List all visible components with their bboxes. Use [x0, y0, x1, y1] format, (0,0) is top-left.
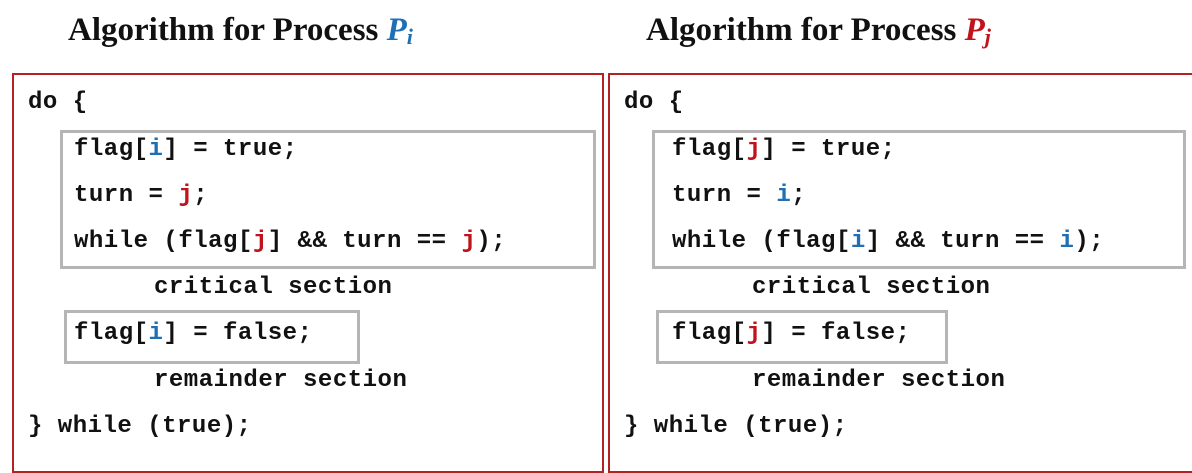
- entry-line-2: turn = i;: [672, 182, 807, 209]
- left-title-subscript: i: [406, 24, 413, 49]
- exit-line: flag[i] = false;: [74, 320, 313, 347]
- index-j: j: [252, 228, 268, 255]
- index-j: j: [461, 228, 477, 255]
- index-i: i: [850, 228, 866, 255]
- entry-line-2: turn = j;: [74, 182, 209, 209]
- entry-line-1: flag[j] = true;: [672, 136, 896, 163]
- do-line: do {: [28, 89, 88, 116]
- right-title-subscript: j: [984, 24, 991, 49]
- right-title: Algorithm for Process Pj: [646, 12, 991, 49]
- index-i: i: [148, 320, 164, 347]
- exit-line: flag[j] = false;: [672, 320, 911, 347]
- end-line: } while (true);: [624, 413, 848, 440]
- left-title: Algorithm for Process Pi: [68, 12, 413, 49]
- index-j: j: [746, 320, 762, 347]
- right-title-text: Algorithm for Process: [646, 12, 965, 48]
- left-code-panel: do { flag[i] = true; turn = j; while (fl…: [12, 73, 604, 473]
- index-i: i: [148, 136, 164, 163]
- index-j: j: [178, 182, 194, 209]
- index-j: j: [746, 136, 762, 163]
- entry-line-3: while (flag[i] && turn == i);: [672, 228, 1105, 255]
- critical-section-label: critical section: [154, 274, 393, 301]
- remainder-section-label: remainder section: [154, 367, 408, 394]
- right-code-panel: do { flag[j] = true; turn = i; while (fl…: [608, 73, 1192, 473]
- entry-line-1: flag[i] = true;: [74, 136, 298, 163]
- entry-line-3: while (flag[j] && turn == j);: [74, 228, 507, 255]
- right-title-symbol: P: [964, 12, 985, 48]
- index-i: i: [776, 182, 792, 209]
- critical-section-label: critical section: [752, 274, 991, 301]
- left-title-symbol: P: [386, 12, 407, 48]
- index-i: i: [1059, 228, 1075, 255]
- left-title-text: Algorithm for Process: [68, 12, 387, 48]
- do-line: do {: [624, 89, 684, 116]
- remainder-section-label: remainder section: [752, 367, 1006, 394]
- end-line: } while (true);: [28, 413, 252, 440]
